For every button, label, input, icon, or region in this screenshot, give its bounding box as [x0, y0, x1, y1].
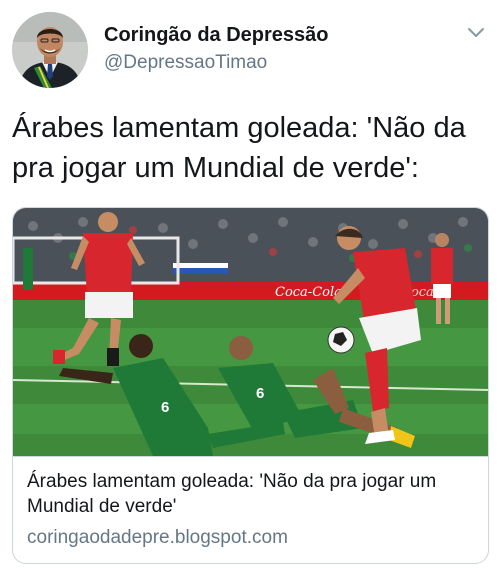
- card-domain[interactable]: coringaodadepre.blogspot.com: [27, 525, 474, 550]
- author-names: Coringão da Depressão @DepressaoTimao: [104, 22, 329, 76]
- player-number-1: 6: [161, 399, 169, 416]
- tweet-text: Árabes lamentam goleada: 'Não da pra jog…: [12, 112, 466, 184]
- player-number-2: 6: [256, 385, 264, 402]
- billboard-logo: Coca-Cola: [275, 285, 342, 300]
- avatar-image: [12, 12, 88, 88]
- avatar[interactable]: [12, 12, 88, 88]
- tweet-header: Coringão da Depressão @DepressaoTimao: [12, 12, 489, 92]
- card-title[interactable]: Árabes lamentam goleada: 'Não da pra jog…: [27, 469, 474, 519]
- user-handle[interactable]: @DepressaoTimao: [104, 50, 329, 76]
- card-image: Coca-Cola Coca 6 6: [13, 208, 488, 456]
- link-card[interactable]: Coca-Cola Coca 6 6 Árabes lamentam golea…: [12, 207, 489, 564]
- display-name[interactable]: Coringão da Depressão: [104, 22, 329, 48]
- card-body: Árabes lamentam goleada: 'Não da pra jog…: [13, 456, 488, 563]
- chevron-down-icon[interactable]: [465, 24, 487, 42]
